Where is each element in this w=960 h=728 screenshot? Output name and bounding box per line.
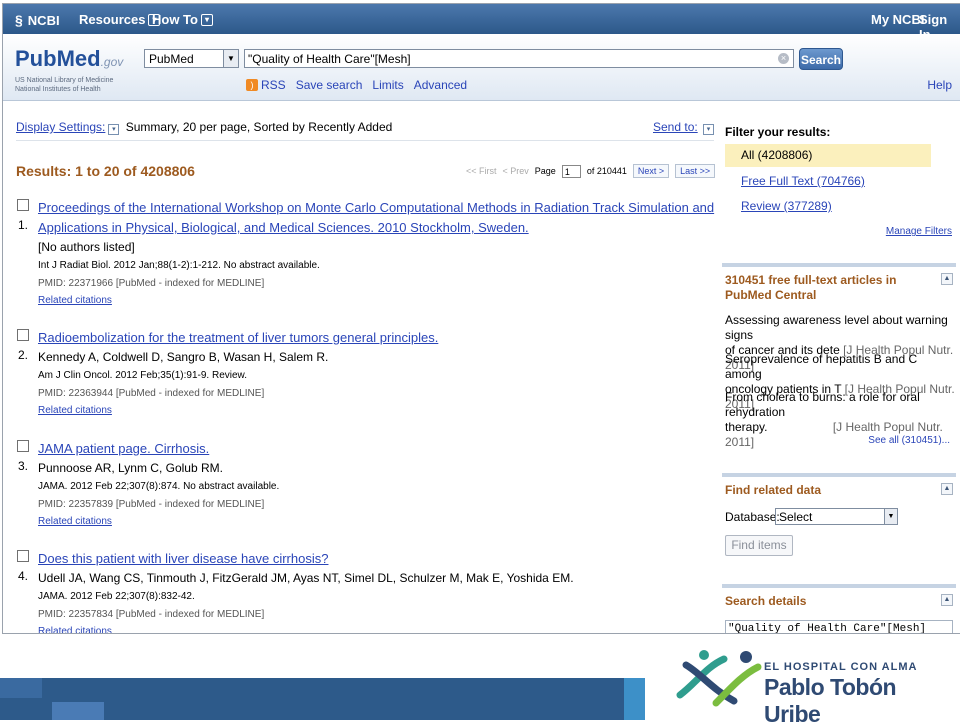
results-count: Results: 1 to 20 of 4208806 [16,163,195,179]
search-band: PubMed.gov US National Library of Medici… [3,34,960,101]
ncbi-logo[interactable]: § NCBI [15,12,60,28]
result-citation: JAMA. 2012 Feb 22;307(8):874. No abstrac… [38,481,280,492]
panel-title: Search details [725,594,807,608]
clear-icon[interactable]: × [778,53,789,64]
chevron-down-icon[interactable]: ▾ [108,124,120,135]
result-citation: Int J Radiat Biol. 2012 Jan;88(1-2):1-21… [38,260,320,271]
result-authors: Punnoose AR, Lynm C, Golub RM. [38,461,223,475]
result-checkbox[interactable] [17,329,29,341]
related-citations-link[interactable]: Related citations [38,516,112,527]
collapse-icon[interactable]: ▲ [941,483,953,495]
result-title-link[interactable]: Does this patient with liver disease hav… [38,549,718,569]
result-item: 4. Does this patient with liver disease … [16,549,718,633]
rss-icon: ) [246,79,258,91]
browser-frame: § NCBI Resources ▾ How To ▾ My NCBI Sign… [2,3,960,634]
dropdown-arrow-icon: ▼ [223,50,238,67]
hospital-emblem-icon [676,650,762,707]
ncbi-top-bar: § NCBI Resources ▾ How To ▾ My NCBI Sign… [3,4,960,42]
display-settings-link[interactable]: Display Settings: [16,120,105,134]
hospital-tagline: EL HOSPITAL CON ALMA [764,661,918,673]
pubmed-logo-subtitle: US National Library of Medicine National… [15,77,114,93]
result-citation: JAMA. 2012 Feb 22;307(8):832-42. [38,591,195,602]
search-details-panel: Search details ▲ "Quality of Health Care… [722,584,956,633]
display-summary: Summary, 20 per page, Sorted by Recently… [125,120,393,134]
result-authors: [No authors listed] [38,240,135,254]
filter-all[interactable]: All (4208806) [725,144,931,167]
rss-link[interactable]: ) RSS [246,78,286,92]
advanced-link[interactable]: Advanced [414,78,467,92]
page-number-input[interactable]: 1 [561,164,581,178]
howto-menu[interactable]: How To ▾ [152,12,213,27]
dropdown-arrow-icon: ▼ [884,509,897,524]
database-select[interactable]: PubMed ▼ [144,49,239,68]
result-checkbox[interactable] [17,550,29,562]
related-citations-link[interactable]: Related citations [38,295,112,306]
search-button[interactable]: Search [799,48,843,70]
chevron-down-icon: ▾ [200,13,213,26]
search-input[interactable]: "Quality of Health Care"[Mesh] × [244,49,794,68]
send-to-menu[interactable]: Send to: ▾ [653,120,715,135]
related-database-select[interactable]: Select ▼ [775,508,898,525]
hospital-logo: EL HOSPITAL CON ALMA Pablo Tobón Uribe [676,645,946,727]
decorative-square [624,678,645,720]
resources-menu[interactable]: Resources ▾ [79,12,161,27]
filter-panel: Filter your results: All (4208806) Free … [722,122,956,247]
result-title-link[interactable]: Proceedings of the International Worksho… [38,198,718,238]
last-page-button[interactable]: Last >> [675,164,716,178]
slide-footer-band [0,678,645,720]
help-link[interactable]: Help [927,78,952,92]
related-citations-link[interactable]: Related citations [38,405,112,416]
result-authors: Kennedy A, Coldwell D, Sangro B, Wasan H… [38,350,329,364]
result-title-link[interactable]: JAMA patient page. Cirrhosis. [38,439,718,459]
result-checkbox[interactable] [17,440,29,452]
result-pmid: PMID: 22363944 [PubMed - indexed for MED… [38,388,265,399]
next-page-button[interactable]: Next > [632,164,670,178]
result-pmid: PMID: 22357834 [PubMed - indexed for MED… [38,609,265,620]
result-authors: Udell JA, Wang CS, Tinmouth J, FitzGeral… [38,571,574,585]
panel-title: 310451 free full-text articles in PubMed… [725,273,897,302]
result-checkbox[interactable] [17,199,29,211]
result-item: 3. JAMA patient page. Cirrhosis. Punnoos… [16,439,716,534]
collapse-icon[interactable]: ▲ [941,594,953,606]
chevron-down-icon: ▾ [703,124,715,135]
find-items-button[interactable]: Find items [725,535,793,556]
pubmed-logo[interactable]: PubMed.gov US National Library of Medici… [15,46,123,93]
my-ncbi-link[interactable]: My NCBI [871,12,924,27]
ncbi-helix-icon: § [15,12,23,28]
search-sublinks: ) RSS Save search Limits Advanced [246,78,467,92]
filter-review[interactable]: Review (377289) [741,199,832,213]
manage-filters-link[interactable]: Manage Filters [886,226,952,237]
decorative-square [52,702,104,720]
pager: << First < Prev Page 1 of 210441 Next > … [466,164,716,178]
filter-header: Filter your results: [725,125,831,139]
result-item: 1. Proceedings of the International Work… [16,198,716,308]
decorative-square [0,678,42,698]
first-page-link[interactable]: << First [466,166,497,176]
collapse-icon[interactable]: ▲ [941,273,953,285]
result-citation: Am J Clin Oncol. 2012 Feb;35(1):91-9. Re… [38,370,247,381]
divider [16,140,714,141]
related-data-panel: Find related data ▲ Database: Select ▼ F… [722,473,956,577]
free-fulltext-panel: 310451 free full-text articles in PubMed… [722,263,956,462]
result-pmid: PMID: 22357839 [PubMed - indexed for MED… [38,499,265,510]
display-settings-bar: Display Settings: ▾ Summary, 20 per page,… [16,120,392,135]
result-pmid: PMID: 22371966 [PubMed - indexed for MED… [38,278,265,289]
result-item: 2. Radioembolization for the treatment o… [16,328,716,423]
prev-page-link[interactable]: < Prev [503,166,529,176]
database-label: Database: [725,510,780,524]
filter-free-full-text[interactable]: Free Full Text (704766) [741,174,865,188]
limits-link[interactable]: Limits [372,78,403,92]
save-search-link[interactable]: Save search [296,78,363,92]
related-citations-link[interactable]: Related citations [38,626,112,633]
see-all-link[interactable]: See all (310451)... [868,435,950,446]
search-details-textarea[interactable]: "Quality of Health Care"[Mesh] [725,620,953,633]
panel-title: Find related data [725,483,822,497]
result-title-link[interactable]: Radioembolization for the treatment of l… [38,328,718,348]
